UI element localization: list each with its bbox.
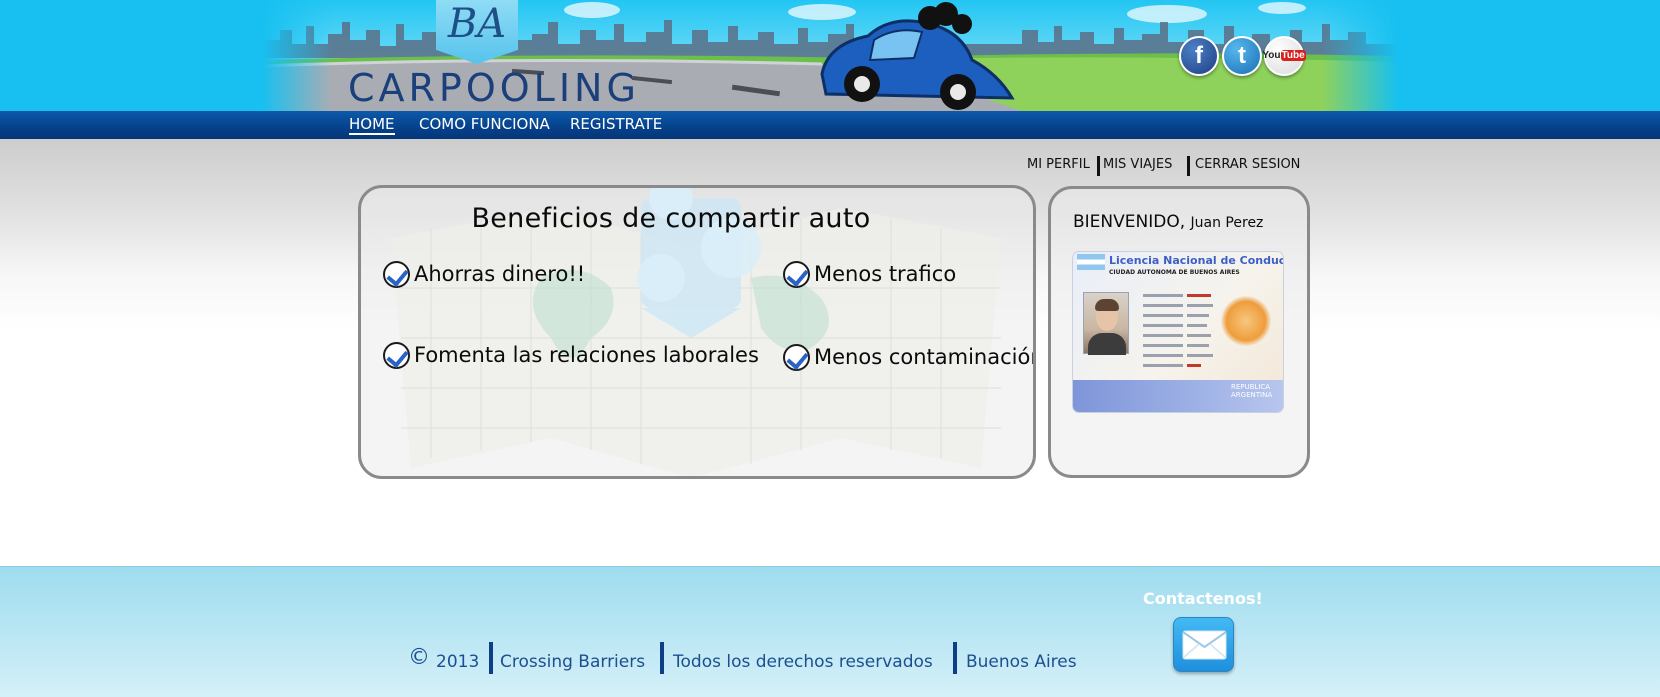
benefit-text: Fomenta las relaciones laborales (414, 343, 759, 367)
footer-divider (489, 642, 493, 674)
youtube-glyph: YouTube (1262, 50, 1306, 61)
footer-city: Buenos Aires (966, 652, 1077, 672)
check-icon (383, 260, 410, 288)
footer-rights: Todos los derechos reservados (673, 652, 933, 672)
link-cerrar-sesion[interactable]: CERRAR SESION (1195, 156, 1300, 174)
license-subtitle: CIUDAD AUTONOMA DE BUENOS AIRES (1109, 269, 1240, 276)
footer-divider (660, 642, 664, 674)
welcome-label: BIENVENIDO, (1073, 212, 1186, 232)
logo-wordmark[interactable]: CARPOOLING (348, 68, 640, 108)
nav-item-home[interactable]: HOME (349, 115, 395, 135)
twitter-glyph: t (1238, 42, 1246, 69)
site-header: BA CARPOOLING f t YouTube (0, 0, 1660, 111)
mail-icon (1182, 630, 1227, 660)
main-nav: HOME COMO FUNCIONA REGISTRATE (0, 111, 1660, 139)
license-title: Licencia Nacional de Conducir (1109, 254, 1283, 267)
copyright-icon: © (408, 645, 430, 670)
benefits-title: Beneficios de compartir auto (471, 203, 871, 234)
photo-hair (1095, 299, 1119, 311)
license-country: REPUBLICA ARGENTINA (1231, 383, 1273, 399)
footer-divider (953, 642, 957, 674)
driver-license-image: Licencia Nacional de Conducir CIUDAD AUT… (1073, 252, 1283, 412)
facebook-glyph: f (1195, 42, 1203, 69)
site-footer: © 2013 Crossing Barriers Todos los derec… (0, 566, 1660, 697)
photo-body (1088, 333, 1126, 355)
benefit-text: Ahorras dinero!! (414, 262, 586, 286)
twitter-icon[interactable]: t (1222, 36, 1262, 76)
check-icon (783, 343, 810, 371)
facebook-icon[interactable]: f (1179, 36, 1219, 76)
logo-initials: BA (447, 1, 507, 47)
license-photo (1083, 292, 1129, 355)
nav-item-registrate[interactable]: REGISTRATE (570, 115, 662, 133)
benefit-item: Ahorras dinero!! (383, 260, 585, 288)
footer-year: 2013 (436, 652, 480, 672)
link-mis-viajes[interactable]: MIS VIAJES (1103, 156, 1172, 174)
youtube-icon[interactable]: YouTube (1262, 36, 1306, 76)
benefit-text: Menos contaminación (814, 345, 1036, 369)
benefit-item: Menos contaminación (783, 343, 1036, 371)
youtube-you: You (1262, 50, 1281, 61)
contact-mail-button[interactable] (1173, 617, 1234, 672)
user-menu-divider (1097, 156, 1100, 176)
profile-panel: BIENVENIDO, Juan Perez Licencia Nacional… (1048, 186, 1310, 478)
check-icon (783, 260, 810, 288)
welcome-message: BIENVENIDO, Juan Perez (1073, 211, 1263, 234)
benefit-text: Menos trafico (814, 262, 957, 286)
contact-label: Contactenos! (1143, 589, 1263, 608)
link-mi-perfil[interactable]: MI PERFIL (1027, 156, 1090, 174)
user-name: Juan Perez (1190, 215, 1264, 231)
benefits-panel: Beneficios de compartir auto Ahorras din… (358, 185, 1036, 479)
nav-item-como-funciona[interactable]: COMO FUNCIONA (419, 115, 550, 133)
benefit-item: Menos trafico (783, 260, 956, 288)
user-menu-divider (1187, 156, 1190, 176)
license-seal (1221, 296, 1271, 346)
check-icon (383, 341, 410, 369)
youtube-tube: Tube (1280, 50, 1306, 61)
benefit-item: Fomenta las relaciones laborales (383, 341, 759, 369)
license-fields (1143, 294, 1213, 367)
flag-icon (1077, 254, 1105, 270)
footer-company: Crossing Barriers (500, 652, 646, 672)
